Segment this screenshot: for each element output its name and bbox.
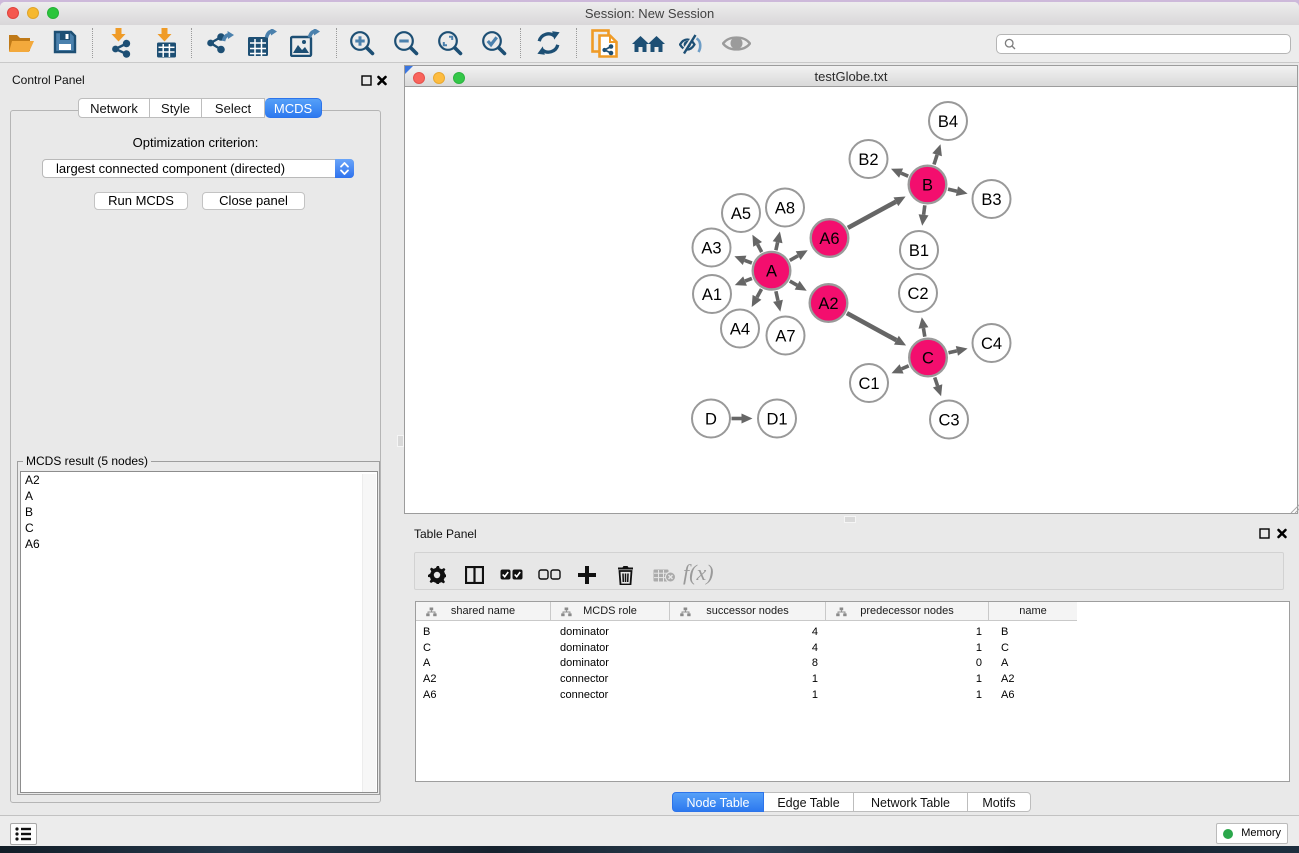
svg-text:A7: A7 bbox=[775, 327, 795, 345]
svg-text:A5: A5 bbox=[731, 205, 751, 223]
svg-text:A1: A1 bbox=[702, 286, 722, 304]
svg-text:B3: B3 bbox=[981, 191, 1001, 209]
svg-text:B1: B1 bbox=[909, 242, 929, 260]
svg-text:B2: B2 bbox=[858, 151, 878, 169]
svg-text:A8: A8 bbox=[775, 199, 795, 217]
svg-text:B: B bbox=[922, 176, 933, 194]
svg-text:C2: C2 bbox=[907, 285, 928, 303]
svg-text:A6: A6 bbox=[819, 230, 839, 248]
svg-text:C1: C1 bbox=[858, 375, 879, 393]
svg-text:A3: A3 bbox=[701, 239, 721, 257]
svg-text:A4: A4 bbox=[730, 320, 750, 338]
svg-text:C: C bbox=[922, 349, 934, 367]
svg-text:C4: C4 bbox=[981, 335, 1002, 353]
svg-text:A: A bbox=[766, 263, 777, 281]
svg-text:C3: C3 bbox=[938, 411, 959, 429]
svg-text:A2: A2 bbox=[818, 295, 838, 313]
svg-text:D1: D1 bbox=[766, 410, 787, 428]
svg-text:B4: B4 bbox=[938, 113, 958, 131]
svg-text:D: D bbox=[705, 410, 717, 428]
